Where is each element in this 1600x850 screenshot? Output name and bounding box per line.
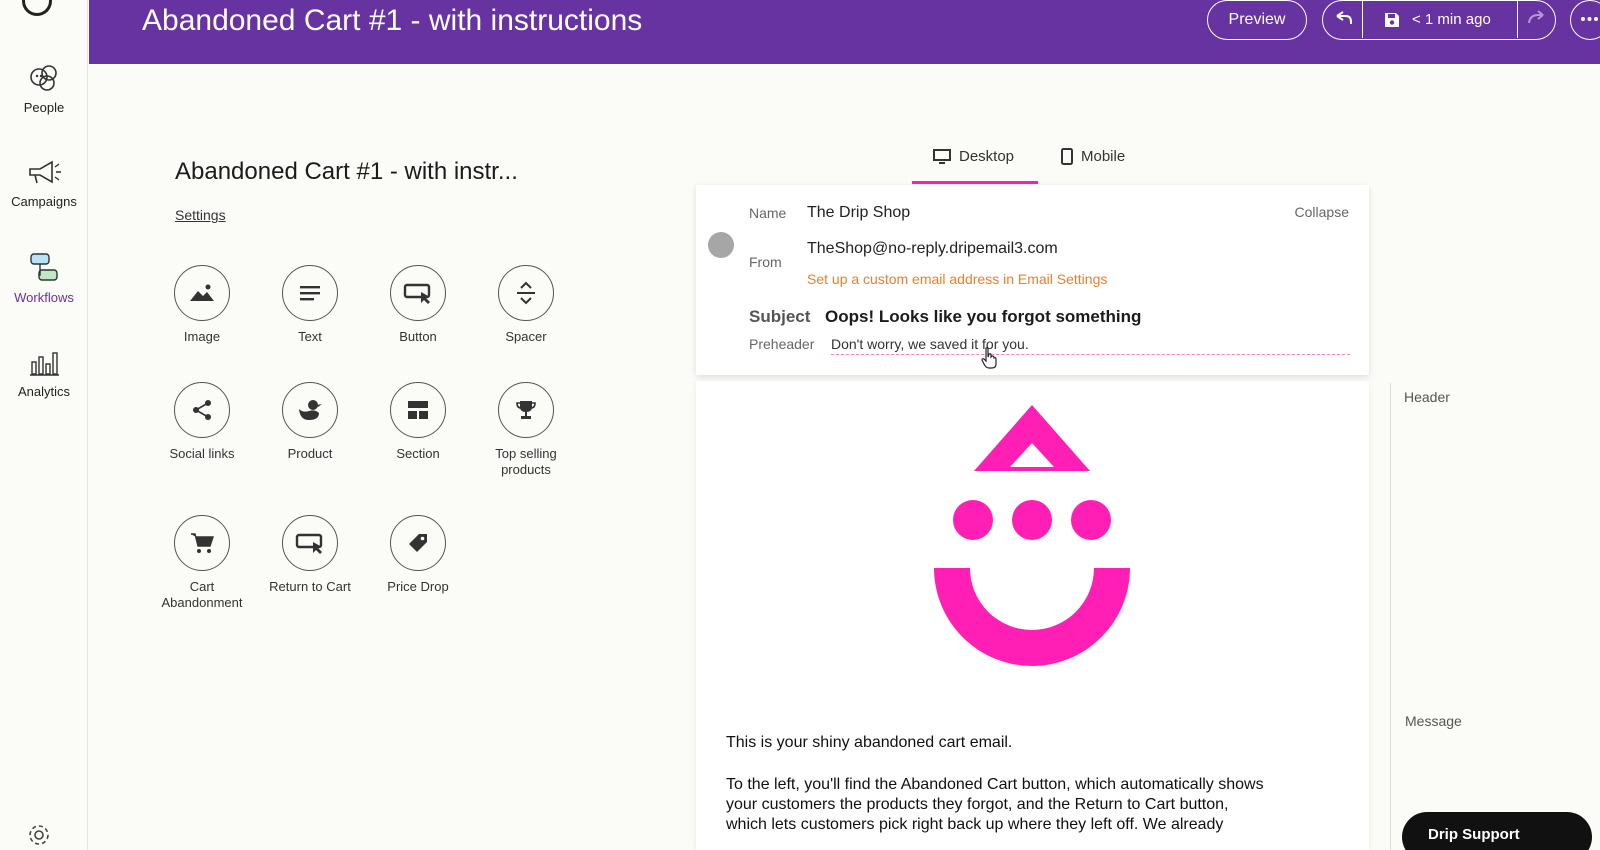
block-button[interactable]: Button	[364, 265, 472, 345]
nav-label-workflows: Workflows	[14, 290, 74, 305]
save-button[interactable]: < 1 min ago	[1363, 1, 1518, 38]
nav-item-campaigns[interactable]: Campaigns	[0, 158, 88, 209]
block-cart-abandonment[interactable]: Cart Abandonment	[148, 515, 256, 611]
preheader-underline	[831, 354, 1350, 355]
hand-cursor-icon	[981, 347, 997, 369]
nav-label-campaigns: Campaigns	[11, 194, 77, 209]
history-button-group: < 1 min ago	[1322, 0, 1556, 40]
block-social-links[interactable]: Social links	[148, 382, 256, 462]
collapse-button[interactable]: Collapse	[1295, 204, 1349, 220]
name-label: Name	[749, 205, 787, 221]
image-icon	[190, 284, 214, 301]
active-tab-indicator	[912, 181, 1038, 184]
left-nav: People Campaigns Workflows Analytics	[0, 0, 88, 850]
nav-item-workflows[interactable]: Workflows	[0, 250, 88, 305]
email-header-card: Name The Drip Shop Collapse From TheShop…	[696, 185, 1369, 375]
return-to-cart-icon	[295, 533, 323, 554]
nav-item-people[interactable]: People	[0, 60, 88, 115]
body-paragraph-intro: This is your shiny abandoned cart email.	[726, 734, 1013, 751]
section-rail	[1390, 383, 1391, 850]
text-icon	[300, 286, 320, 301]
subject-label: Subject	[749, 307, 811, 326]
block-label: Price Drop	[387, 579, 449, 594]
rail-label-header[interactable]: Header	[1404, 389, 1450, 405]
block-label: Social links	[169, 446, 235, 461]
undo-icon	[1336, 11, 1352, 24]
preheader-label: Preheader	[749, 336, 815, 352]
body-paragraph-line: To the left, you'll find the Abandoned C…	[726, 776, 1264, 793]
drip-logo-icon[interactable]	[22, 0, 52, 16]
settings-link[interactable]: Settings	[175, 207, 226, 223]
block-section[interactable]: Section	[364, 382, 472, 462]
block-top-selling-products[interactable]: Top selling products	[472, 382, 580, 478]
block-product[interactable]: Product	[256, 382, 364, 462]
tab-mobile[interactable]: Mobile	[1061, 148, 1125, 165]
nav-item-analytics[interactable]: Analytics	[0, 346, 88, 399]
tab-desktop-label: Desktop	[959, 148, 1015, 165]
section-icon	[408, 401, 428, 419]
tab-mobile-label: Mobile	[1081, 148, 1126, 165]
block-image[interactable]: Image	[148, 265, 256, 345]
cart-icon	[191, 533, 214, 553]
save-icon	[1385, 13, 1399, 27]
mobile-icon	[1061, 148, 1073, 165]
block-label: Spacer	[505, 329, 547, 344]
analytics-icon	[30, 352, 59, 376]
megaphone-icon	[29, 160, 61, 184]
block-label: Text	[298, 329, 322, 344]
spacer-icon	[517, 281, 535, 305]
redo-button[interactable]	[1519, 1, 1555, 38]
block-spacer[interactable]: Spacer	[472, 265, 580, 345]
drip-smile-logo[interactable]	[932, 403, 1132, 673]
top-bar: Abandoned Cart #1 - with instructions Pr…	[89, 0, 1600, 64]
share-icon	[193, 400, 211, 420]
desktop-icon	[933, 148, 951, 164]
block-label: Section	[396, 446, 440, 461]
people-icon	[30, 65, 57, 91]
nav-label-analytics: Analytics	[17, 384, 71, 399]
from-address-field[interactable]: TheShop@no-reply.dripemail3.com	[807, 240, 1058, 258]
preview-button[interactable]: Preview	[1207, 0, 1307, 40]
button-icon	[403, 283, 431, 304]
support-chat-button[interactable]: Drip Support	[1402, 812, 1592, 850]
from-label: From	[749, 254, 782, 270]
price-tag-icon	[409, 534, 427, 552]
email-settings-link[interactable]: Set up a custom email address in Email S…	[807, 271, 1107, 287]
rail-label-message[interactable]: Message	[1405, 713, 1462, 729]
subject-field[interactable]: Oops! Looks like you forgot something	[825, 307, 1141, 327]
product-icon	[299, 400, 322, 420]
tab-desktop[interactable]: Desktop	[933, 148, 1014, 165]
block-label: Top selling products	[495, 446, 557, 477]
sender-name-field[interactable]: The Drip Shop	[807, 204, 910, 222]
block-label: Product	[287, 446, 333, 461]
sender-avatar	[708, 232, 734, 258]
redo-icon	[1528, 10, 1544, 24]
body-paragraph-line: your customers the products they forgot,…	[726, 796, 1229, 813]
body-paragraph-line: which lets customers pick right back up …	[726, 816, 1224, 833]
builder-title: Abandoned Cart #1 - with instr...	[175, 158, 518, 185]
save-status: < 1 min ago	[1412, 11, 1491, 28]
block-text[interactable]: Text	[256, 265, 364, 345]
block-label: Return to Cart	[269, 579, 351, 594]
more-options-button[interactable]	[1570, 0, 1600, 40]
email-title: Abandoned Cart #1 - with instructions	[142, 4, 643, 37]
undo-button[interactable]	[1323, 1, 1363, 38]
block-return-to-cart[interactable]: Return to Cart	[256, 515, 364, 595]
ellipsis-icon	[1581, 17, 1598, 21]
block-label: Image	[183, 329, 221, 344]
block-price-drop[interactable]: Price Drop	[364, 515, 472, 595]
trophy-icon	[516, 401, 536, 419]
block-label: Button	[399, 329, 437, 344]
nav-label-people: People	[23, 100, 65, 115]
gear-icon[interactable]	[26, 822, 52, 848]
workflow-icon	[30, 253, 58, 281]
block-label: Cart Abandonment	[161, 579, 243, 610]
email-canvas[interactable]: This is your shiny abandoned cart email.…	[696, 381, 1369, 850]
